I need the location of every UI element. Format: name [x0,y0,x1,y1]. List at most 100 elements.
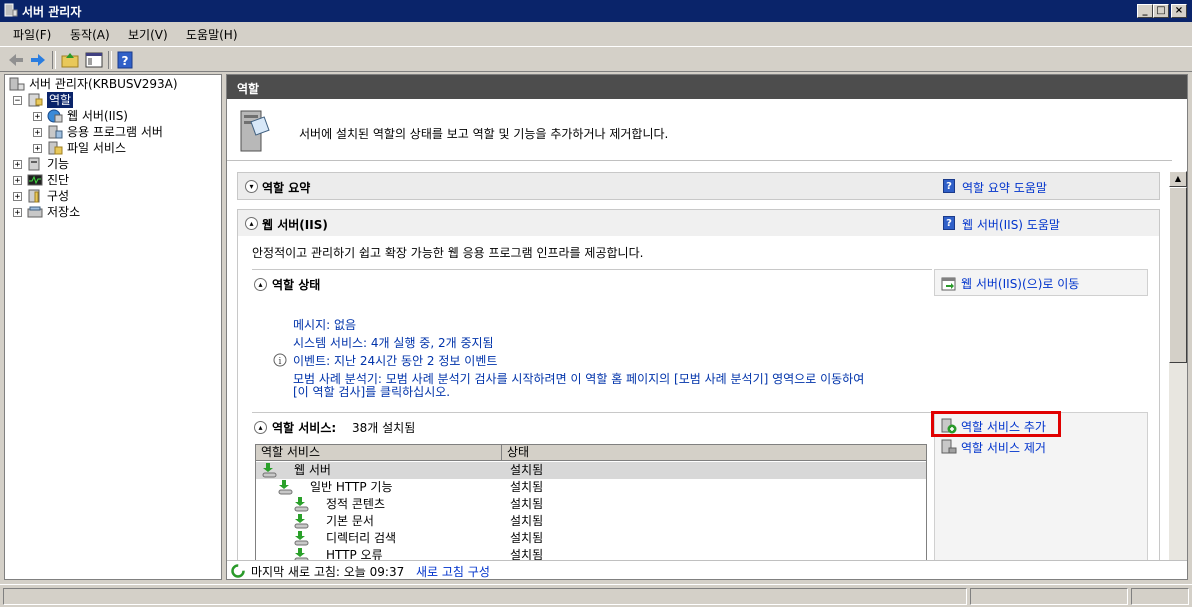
status-messages: 메시지: 없음 [293,318,357,332]
pane-header: 역할 [227,75,1187,99]
show-hide-console-tree-icon[interactable] [84,50,104,70]
expand-icon[interactable]: + [33,128,42,138]
list-item[interactable]: 일반 HTTP 기능 설치됨 [256,479,926,496]
toolbar-separator [108,51,112,69]
status-events[interactable]: 이벤트: 지난 24시간 동안 2 정보 이벤트 [293,352,497,369]
role-services-tasks: 역할 서비스 추가 역할 서비스 제거 [931,411,1148,579]
intro-text: 서버에 설치된 역할의 상태를 보고 역할 및 기능을 추가하거나 제거합니다. [299,127,669,141]
forward-icon[interactable] [28,50,48,70]
list-item[interactable]: 기본 문서 설치됨 [256,513,926,530]
iis-icon [47,109,63,123]
web-server-help-link[interactable]: 웹 서버(IIS) 도움말 [962,216,1060,233]
collapse-section-icon[interactable]: ▴ [245,217,258,230]
features-icon [28,157,40,171]
help-icon: ? [943,179,955,193]
status-panel-main [3,588,967,605]
subsection-title: 역할 서비스: [272,421,337,435]
title-bar: 서버 관리자 _ □ × [0,0,1192,22]
tree-label: 응용 프로그램 서버 [67,125,163,139]
roles-icon [28,93,43,107]
add-role-services-link[interactable]: 역할 서비스 추가 [961,418,1046,435]
tree-label: 진단 [47,173,70,187]
service-name: 디렉터리 검색 [326,531,397,545]
file-services-icon [48,141,63,155]
console-tree: 서버 관리자(KRBUSV293A) − 역할 + 웹 서버(IIS) + 응용… [4,74,222,580]
service-status: 설치됨 [510,514,544,528]
subsection-role-services-header: ▴ 역할 서비스: 38개 설치됨 [252,412,932,440]
service-status: 설치됨 [510,497,544,511]
installed-icon [294,531,309,546]
installed-icon [294,497,309,512]
remove-role-services-link[interactable]: 역할 서비스 제거 [961,439,1046,456]
storage-icon [27,206,43,218]
service-name: 웹 서버 [294,463,331,477]
tree-label: 기능 [47,157,70,171]
refresh-icon [231,564,245,578]
expand-section-icon[interactable]: ▾ [245,180,258,193]
subsection-role-status-header: ▴ 역할 상태 [252,269,932,297]
roles-summary-help-link[interactable]: 역할 요약 도움말 [962,179,1047,196]
close-button[interactable]: × [1171,4,1187,18]
intro-banner: 서버에 설치된 역할의 상태를 보고 역할 및 기능을 추가하거나 제거합니다. [227,99,1172,161]
scroll-thumb[interactable] [1169,187,1187,363]
list-item[interactable]: 정적 콘텐츠 설치됨 [256,496,926,513]
role-status-tasks: 웹 서버(IIS)(으)로 이동 [934,269,1148,296]
tree-label: 역할 [47,92,74,108]
role-services-count: 38개 설치됨 [352,421,416,435]
expand-icon[interactable]: + [33,112,42,122]
column-header-service[interactable]: 역할 서비스 [256,445,502,461]
expand-icon[interactable]: + [33,144,42,154]
status-system-services[interactable]: 시스템 서비스: 4개 실행 중, 2개 중지됨 [293,334,494,351]
status-panel [1131,588,1189,605]
status-bpa-line2[interactable]: [이 역할 검사]를 클릭하십시오. [293,383,450,400]
toolbar: ? [0,46,1192,72]
expand-icon[interactable]: + [13,192,22,202]
collapse-subsection-icon[interactable]: ▴ [254,421,267,434]
status-bar [0,584,1192,607]
tree-label: 저장소 [47,205,81,219]
collapse-icon[interactable]: − [13,96,22,106]
back-icon[interactable] [6,50,26,70]
menu-file[interactable]: 파일(F) [13,26,51,43]
configure-refresh-link[interactable]: 새로 고침 구성 [416,563,490,579]
scroll-up-button[interactable]: ▲ [1169,171,1187,187]
tree-label: 파일 서비스 [67,141,127,155]
svg-text:?: ? [122,54,129,68]
expand-icon[interactable]: + [13,208,22,218]
tree-label: 웹 서버(IIS) [67,109,128,123]
column-header-status[interactable]: 상태 [502,445,926,461]
collapse-subsection-icon[interactable]: ▴ [254,278,267,291]
role-services-list[interactable]: 역할 서비스 상태 웹 서버 설치됨 일반 HTTP 기능 설치됨 정적 콘텐츠 설치됨 기… [255,444,927,562]
installed-icon [278,480,293,495]
list-item[interactable]: 웹 서버 설치됨 [256,462,926,479]
maximize-button[interactable]: □ [1153,4,1169,18]
server-roles-icon [240,110,270,152]
pane-title: 역할 [237,82,260,96]
refresh-footer: 마지막 새로 고침: 오늘 09:37 새로 고침 구성 [227,560,1187,579]
up-folder-icon[interactable] [60,50,80,70]
menu-action[interactable]: 동작(A) [70,26,110,43]
installed-icon [294,514,309,529]
goto-web-server-link[interactable]: 웹 서버(IIS)(으)로 이동 [961,275,1079,292]
vertical-scrollbar[interactable]: ▲ ▼ [1169,171,1187,579]
menu-view[interactable]: 보기(V) [128,26,168,43]
web-server-description: 안정적이고 관리하기 쉽고 확장 가능한 웹 응용 프로그램 인프라를 제공합니… [252,246,644,260]
tree-label: 구성 [47,189,70,203]
tree-label: 서버 관리자(KRBUSV293A) [29,77,178,91]
service-name: 일반 HTTP 기능 [310,480,393,494]
menu-help[interactable]: 도움말(H) [186,26,238,43]
section-roles-summary: ▾ 역할 요약 ? 역할 요약 도움말 [237,172,1160,200]
minimize-button[interactable]: _ [1137,4,1153,18]
remove-role-services-icon [941,439,957,454]
help-icon[interactable]: ? [115,50,135,70]
results-pane: 역할 서버에 설치된 역할의 상태를 보고 역할 및 기능을 추가하거나 제거합… [226,74,1188,580]
window-title: 서버 관리자 [22,5,82,19]
installed-icon [262,463,277,478]
app-server-icon [48,125,63,139]
list-item[interactable]: 디렉터리 검색 설치됨 [256,530,926,547]
service-name: 정적 콘텐츠 [326,497,386,511]
expand-icon[interactable]: + [13,160,22,170]
expand-icon[interactable]: + [13,176,22,186]
last-refresh-text: 마지막 새로 고침: 오늘 09:37 [251,565,405,579]
status-panel [970,588,1128,605]
